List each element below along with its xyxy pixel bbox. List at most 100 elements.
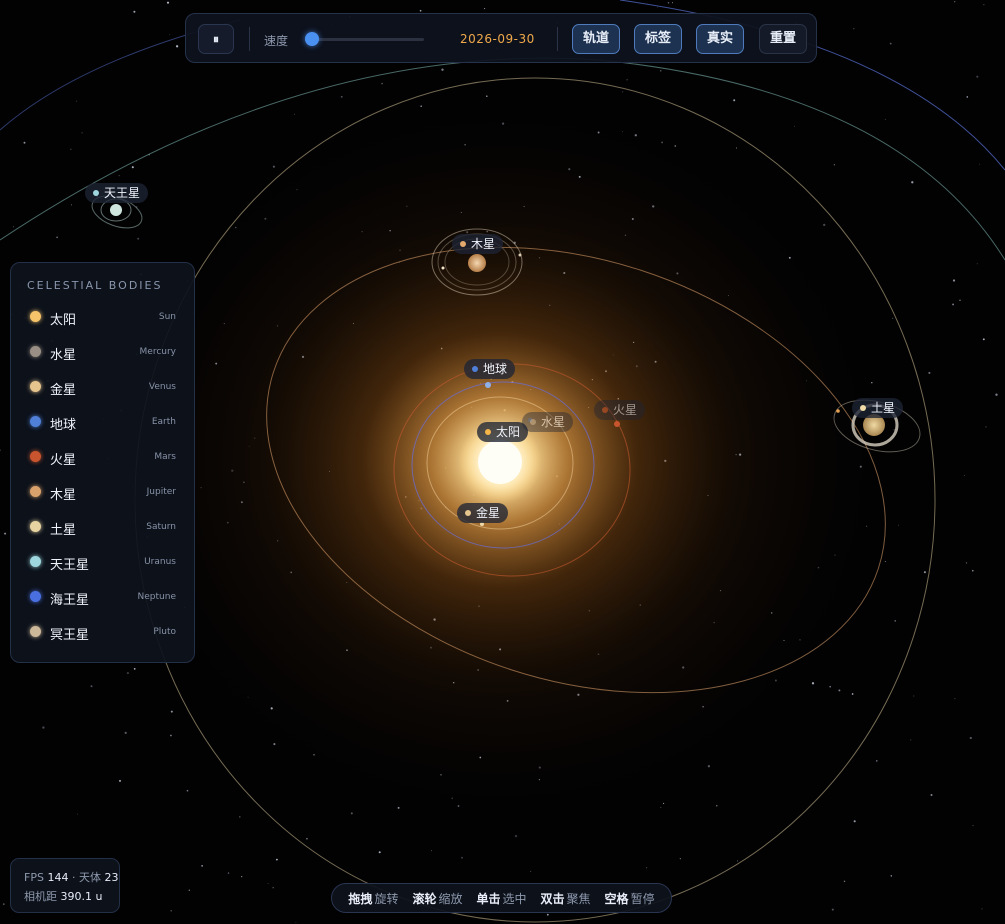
body-name: 金星 <box>50 383 77 398</box>
label-venus-text: 金星 <box>476 506 501 520</box>
star <box>646 867 648 869</box>
label-sun[interactable]: 太阳 <box>477 422 529 442</box>
star <box>186 789 189 792</box>
star <box>876 760 878 762</box>
star <box>42 726 45 729</box>
body-color-dot-icon <box>30 626 41 637</box>
body-color-dot-icon <box>30 556 41 567</box>
body-list-item[interactable]: 太阳 Sun <box>11 303 194 338</box>
star <box>969 736 972 740</box>
star <box>911 181 914 184</box>
body-english-name: Neptune <box>137 592 176 602</box>
sun-dot-icon <box>485 429 491 435</box>
star <box>979 163 980 165</box>
star <box>0 449 1 451</box>
star <box>954 1 956 3</box>
label-mercury[interactable]: 水星 <box>522 412 574 432</box>
body-english-name: Uranus <box>144 557 176 567</box>
stats-panel: FPS 144 · 天体 23 相机距 390.1 u <box>10 858 120 913</box>
star <box>972 569 974 572</box>
star <box>484 8 486 10</box>
jupiter-dot-icon <box>460 241 466 247</box>
star <box>889 42 892 45</box>
hint-key: 双击 <box>540 891 565 906</box>
label-mars[interactable]: 火星 <box>594 400 646 420</box>
body-list-item[interactable]: 海王星 Neptune <box>11 583 194 618</box>
camera-distance-value: 390.1 u <box>60 890 103 903</box>
body-list: 太阳 Sun 水星 Mercury 金星 Venus 地球 Earth 火星 Mars 木星 Jupi… <box>11 303 194 653</box>
star <box>295 922 297 924</box>
star <box>23 141 26 144</box>
body-list-item[interactable]: 天王星 Uranus <box>11 548 194 583</box>
star <box>913 695 915 697</box>
body-list-item[interactable]: 地球 Earth <box>11 408 194 443</box>
star <box>793 125 796 127</box>
star <box>985 426 987 428</box>
star <box>378 851 381 854</box>
body-english-name: Venus <box>148 382 176 392</box>
reset-button[interactable]: 重置 <box>759 24 807 54</box>
star <box>679 858 681 860</box>
star <box>275 858 278 861</box>
star <box>133 10 136 13</box>
star <box>170 909 172 912</box>
body-list-item[interactable]: 火星 Mars <box>11 443 194 478</box>
label-jupiter[interactable]: 木星 <box>452 234 504 254</box>
star <box>853 820 856 823</box>
body-list-item[interactable]: 冥王星 Pluto <box>11 618 194 653</box>
body-color-dot-icon <box>30 346 41 357</box>
mars[interactable] <box>614 421 620 427</box>
labels-toggle-button[interactable]: 标签 <box>634 24 682 54</box>
body-list-item[interactable]: 金星 Venus <box>11 373 194 408</box>
star <box>4 532 7 535</box>
body-name: 海王星 <box>50 593 90 608</box>
label-uranus[interactable]: 天王星 <box>85 183 149 203</box>
label-saturn[interactable]: 土星 <box>852 398 904 418</box>
speed-slider-thumb[interactable] <box>305 32 320 46</box>
star <box>657 6 659 8</box>
star <box>170 734 172 737</box>
body-english-name: Sun <box>158 312 176 322</box>
label-mars-text: 火星 <box>613 403 638 417</box>
star <box>70 148 72 150</box>
body-name: 冥王星 <box>50 628 90 643</box>
hint-key: 拖拽 <box>348 891 373 906</box>
earth[interactable] <box>485 382 491 388</box>
label-venus[interactable]: 金星 <box>457 503 509 523</box>
panel-title: CELESTIAL BODIES <box>27 279 163 292</box>
body-english-name: Mars <box>154 452 176 462</box>
label-mercury-text: 水星 <box>541 415 566 429</box>
hint-action: 缩放 <box>438 891 463 906</box>
uranus-dot-icon <box>93 190 99 196</box>
body-list-item[interactable]: 土星 Saturn <box>11 513 194 548</box>
star <box>175 45 179 48</box>
star <box>851 693 854 695</box>
star <box>972 825 974 827</box>
hint-action: 选中 <box>502 891 527 906</box>
label-earth[interactable]: 地球 <box>464 359 516 379</box>
star <box>671 2 674 4</box>
body-name: 天王星 <box>50 558 90 573</box>
mars-dot-icon <box>602 407 608 413</box>
star <box>169 34 170 36</box>
label-sun-text: 太阳 <box>496 425 521 439</box>
body-list-item[interactable]: 木星 Jupiter <box>11 478 194 513</box>
star <box>239 816 241 818</box>
hint-item: 空格 暂停 <box>605 890 655 907</box>
hint-item: 双击 聚焦 <box>541 890 591 907</box>
orbits-toggle-button[interactable]: 轨道 <box>572 24 620 54</box>
star <box>976 75 979 78</box>
star <box>843 880 846 883</box>
hint-action: 暂停 <box>630 891 655 906</box>
realistic-toggle-button[interactable]: 真实 <box>696 24 744 54</box>
body-list-item[interactable]: 水星 Mercury <box>11 338 194 373</box>
sun-core <box>478 440 522 484</box>
speed-slider[interactable] <box>305 32 424 46</box>
star <box>928 371 931 374</box>
star <box>131 166 134 169</box>
simulation-date: 2026-09-30 <box>460 32 535 46</box>
pause-button[interactable]: ⏸ <box>198 24 234 54</box>
bodies-count-label: · 天体 <box>71 871 101 884</box>
body-name: 水星 <box>50 348 77 363</box>
star <box>667 2 670 4</box>
